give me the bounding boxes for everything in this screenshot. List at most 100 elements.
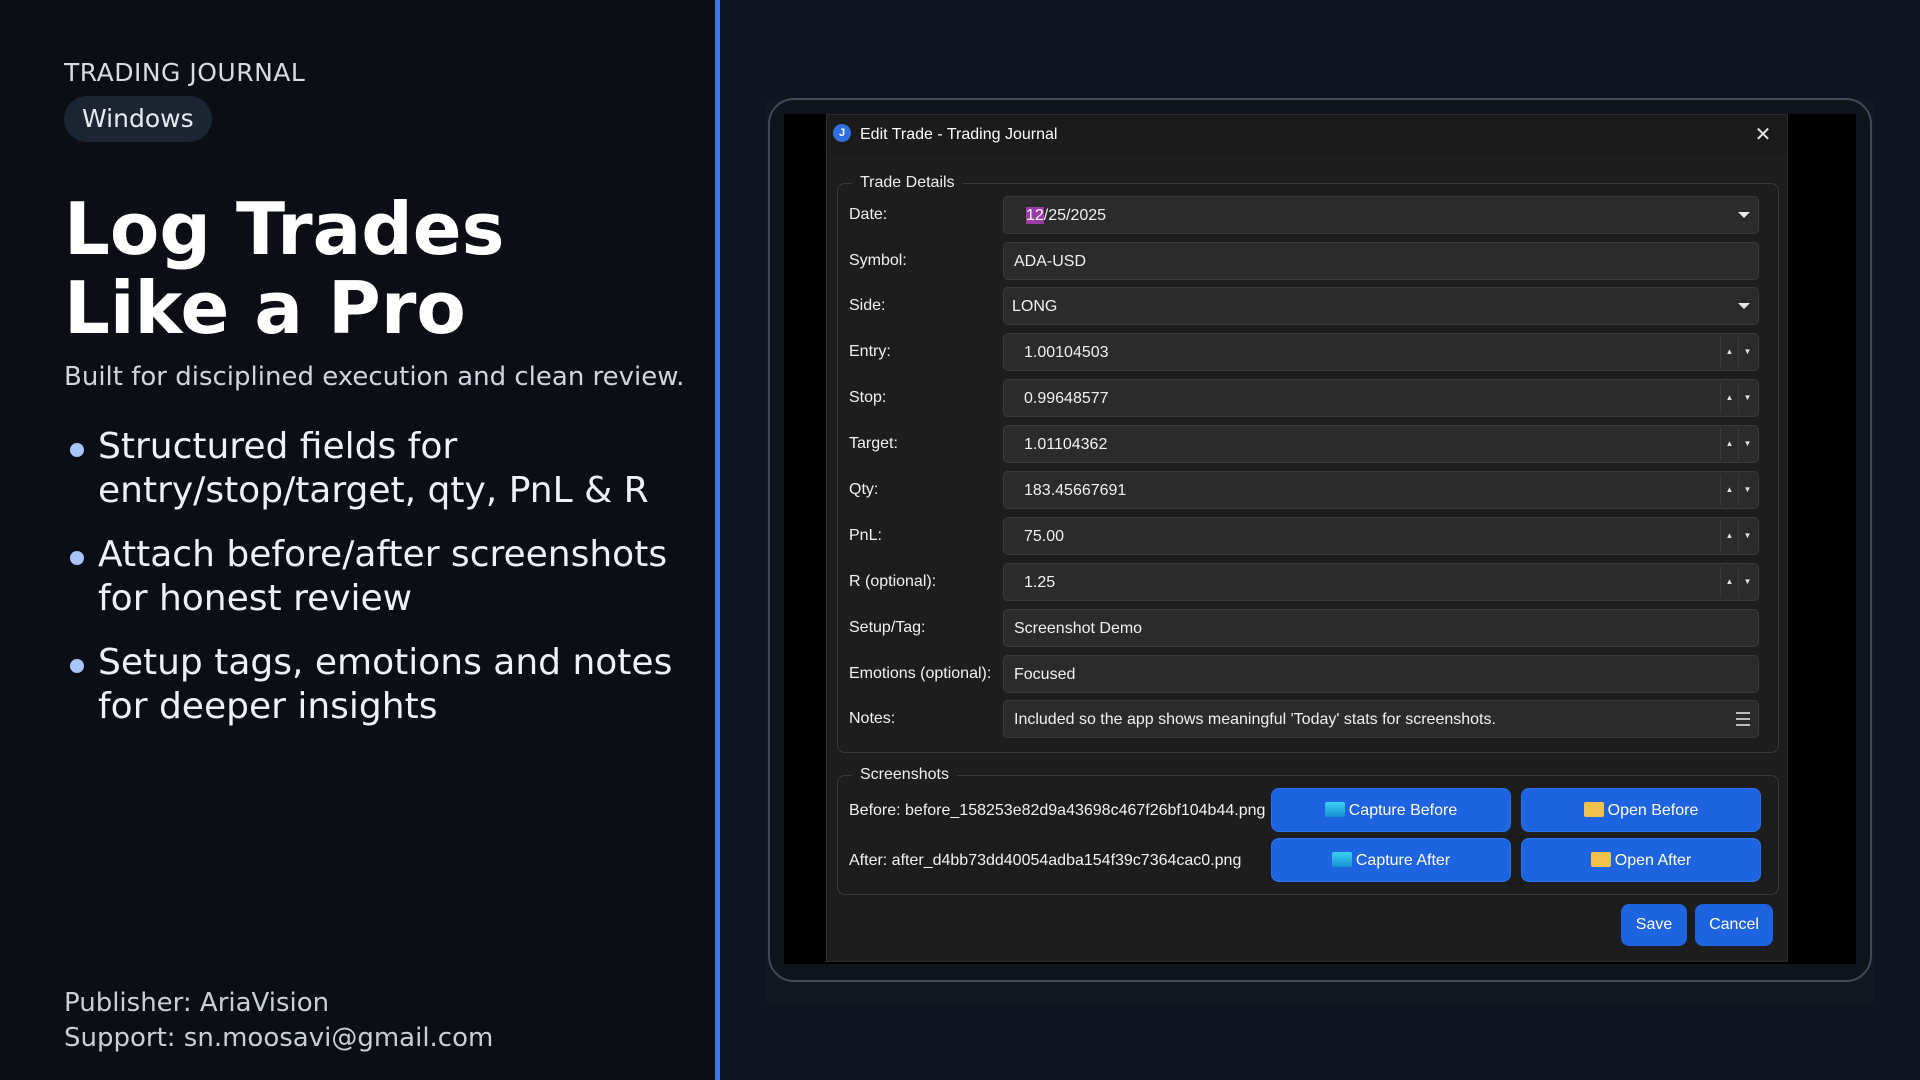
spin-down-icon[interactable]: ▼: [1738, 520, 1756, 552]
symbol-label: Symbol:: [849, 252, 907, 269]
spin-up-icon[interactable]: ▲: [1720, 382, 1738, 414]
feature-list: Structured fields for entry/stop/target,…: [64, 425, 704, 749]
symbol-row: Symbol: ADA-USD: [838, 242, 1778, 280]
group-title: Screenshots: [852, 766, 957, 784]
date-month-segment[interactable]: 12: [1026, 207, 1044, 224]
side-row: Side: LONG: [838, 287, 1778, 325]
pnl-label: PnL:: [849, 527, 882, 544]
chevron-down-icon[interactable]: [1738, 303, 1750, 309]
open-before-button[interactable]: Open Before: [1521, 788, 1761, 832]
spin-up-icon[interactable]: ▲: [1720, 428, 1738, 460]
notes-label: Notes:: [849, 710, 896, 727]
setup-input[interactable]: Screenshot Demo: [1003, 609, 1759, 647]
footer: Publisher: AriaVision Support: sn.moosav…: [64, 986, 493, 1056]
feature-text-line-1: Setup tags, emotions and notes: [98, 642, 673, 683]
emotions-value: Focused: [1014, 666, 1076, 683]
title-bar[interactable]: J Edit Trade - Trading Journal ✕: [827, 115, 1787, 155]
feature-item: Attach before/after screenshots for hone…: [64, 533, 704, 621]
target-spinbox[interactable]: 1.01104362 ▲ ▼: [1003, 425, 1759, 463]
open-after-label: Open After: [1614, 852, 1692, 869]
symbol-input[interactable]: ADA-USD: [1003, 242, 1759, 280]
spin-down-icon[interactable]: ▼: [1738, 474, 1756, 506]
date-picker[interactable]: 12/25/2025: [1003, 196, 1759, 234]
window-title: Edit Trade - Trading Journal: [860, 126, 1058, 143]
headline-line-2: Like a Pro: [64, 266, 466, 350]
spin-down-icon[interactable]: ▼: [1738, 336, 1756, 368]
spin-up-icon[interactable]: ▲: [1720, 520, 1738, 552]
feature-item: Setup tags, emotions and notes for deepe…: [64, 641, 704, 729]
capture-before-label: Capture Before: [1348, 802, 1458, 819]
open-after-button[interactable]: Open After: [1521, 838, 1761, 882]
spin-down-icon[interactable]: ▼: [1738, 428, 1756, 460]
spin-up-icon[interactable]: ▲: [1720, 336, 1738, 368]
group-title: Trade Details: [852, 174, 963, 192]
resize-grip-icon[interactable]: [1736, 712, 1750, 726]
screenshots-group: Screenshots Before: before_158253e82d9a4…: [837, 766, 1779, 895]
date-value[interactable]: 12/25/2025: [1026, 207, 1106, 225]
save-button[interactable]: Save: [1621, 904, 1687, 946]
qty-value: 183.45667691: [1024, 482, 1127, 499]
side-select[interactable]: LONG: [1003, 287, 1759, 325]
trade-details-group: Trade Details Date: 12/25/2025 Symbol: A…: [837, 174, 1779, 753]
setup-label: Setup/Tag:: [849, 619, 926, 636]
before-row: Before: before_158253e82d9a43698c467f26b…: [838, 788, 1778, 832]
spin-up-icon[interactable]: ▲: [1720, 566, 1738, 598]
stop-spinbox[interactable]: 0.99648577 ▲ ▼: [1003, 379, 1759, 417]
r-row: R (optional): 1.25 ▲ ▼: [838, 563, 1778, 601]
date-rest: /25/2025: [1043, 207, 1107, 224]
after-row: After: after_d4bb73dd40054adba154f39c736…: [838, 838, 1778, 882]
target-value: 1.01104362: [1024, 436, 1108, 453]
capture-after-label: Capture After: [1355, 852, 1451, 869]
qty-spinbox[interactable]: 183.45667691 ▲ ▼: [1003, 471, 1759, 509]
subheadline: Built for disciplined execution and clea…: [64, 362, 685, 392]
side-value: LONG: [1012, 298, 1058, 315]
open-before-label: Open Before: [1607, 802, 1699, 819]
setup-row: Setup/Tag: Screenshot Demo: [838, 609, 1778, 647]
pnl-spinbox[interactable]: 75.00 ▲ ▼: [1003, 517, 1759, 555]
date-row: Date: 12/25/2025: [838, 196, 1778, 234]
feature-text-line-2: for honest review: [98, 578, 413, 619]
qty-row: Qty: 183.45667691 ▲ ▼: [838, 471, 1778, 509]
headline: Log Trades Like a Pro: [64, 190, 704, 348]
brand-name: TRADING JOURNAL: [64, 58, 306, 87]
feature-text-line-1: Attach before/after screenshots: [98, 534, 668, 575]
cancel-button[interactable]: Cancel: [1695, 904, 1773, 946]
spin-up-icon[interactable]: ▲: [1720, 474, 1738, 506]
feature-text-line-2: entry/stop/target, qty, PnL & R: [98, 470, 649, 511]
feature-item: Structured fields for entry/stop/target,…: [64, 425, 704, 513]
capture-before-button[interactable]: Capture Before: [1271, 788, 1511, 832]
chevron-down-icon[interactable]: [1738, 212, 1750, 218]
before-file-label: Before: before_158253e82d9a43698c467f26b…: [849, 802, 1266, 819]
side-label: Side:: [849, 297, 886, 314]
emotions-label: Emotions (optional):: [849, 665, 992, 682]
notes-value: Included so the app shows meaningful 'To…: [1014, 711, 1496, 728]
spin-down-icon[interactable]: ▼: [1738, 382, 1756, 414]
emotions-row: Emotions (optional): Focused: [838, 655, 1778, 693]
bullet-icon: [70, 551, 84, 565]
support-text: Support: sn.moosavi@gmail.com: [64, 1023, 494, 1053]
stop-label: Stop:: [849, 389, 887, 406]
notes-row: Notes: Included so the app shows meaning…: [838, 700, 1778, 738]
folder-icon: [1590, 852, 1611, 867]
target-row: Target: 1.01104362 ▲ ▼: [838, 425, 1778, 463]
r-label: R (optional):: [849, 573, 937, 590]
close-icon[interactable]: ✕: [1749, 121, 1777, 149]
platform-badge: Windows: [64, 96, 212, 142]
notes-textarea[interactable]: Included so the app shows meaningful 'To…: [1003, 700, 1759, 738]
stop-row: Stop: 0.99648577 ▲ ▼: [838, 379, 1778, 417]
spin-down-icon[interactable]: ▼: [1738, 566, 1756, 598]
entry-spinbox[interactable]: 1.00104503 ▲ ▼: [1003, 333, 1759, 371]
setup-value: Screenshot Demo: [1014, 620, 1143, 637]
entry-label: Entry:: [849, 343, 891, 360]
target-label: Target:: [849, 435, 898, 452]
r-value: 1.25: [1024, 574, 1056, 591]
pnl-row: PnL: 75.00 ▲ ▼: [838, 517, 1778, 555]
entry-value: 1.00104503: [1024, 344, 1109, 361]
capture-after-button[interactable]: Capture After: [1271, 838, 1511, 882]
feature-text-line-2: for deeper insights: [98, 686, 438, 727]
r-spinbox[interactable]: 1.25 ▲ ▼: [1003, 563, 1759, 601]
emotions-input[interactable]: Focused: [1003, 655, 1759, 693]
promo-panel: TRADING JOURNAL Windows Log Trades Like …: [0, 0, 715, 1080]
pnl-value: 75.00: [1024, 528, 1065, 545]
publisher-text: Publisher: AriaVision: [64, 988, 330, 1018]
